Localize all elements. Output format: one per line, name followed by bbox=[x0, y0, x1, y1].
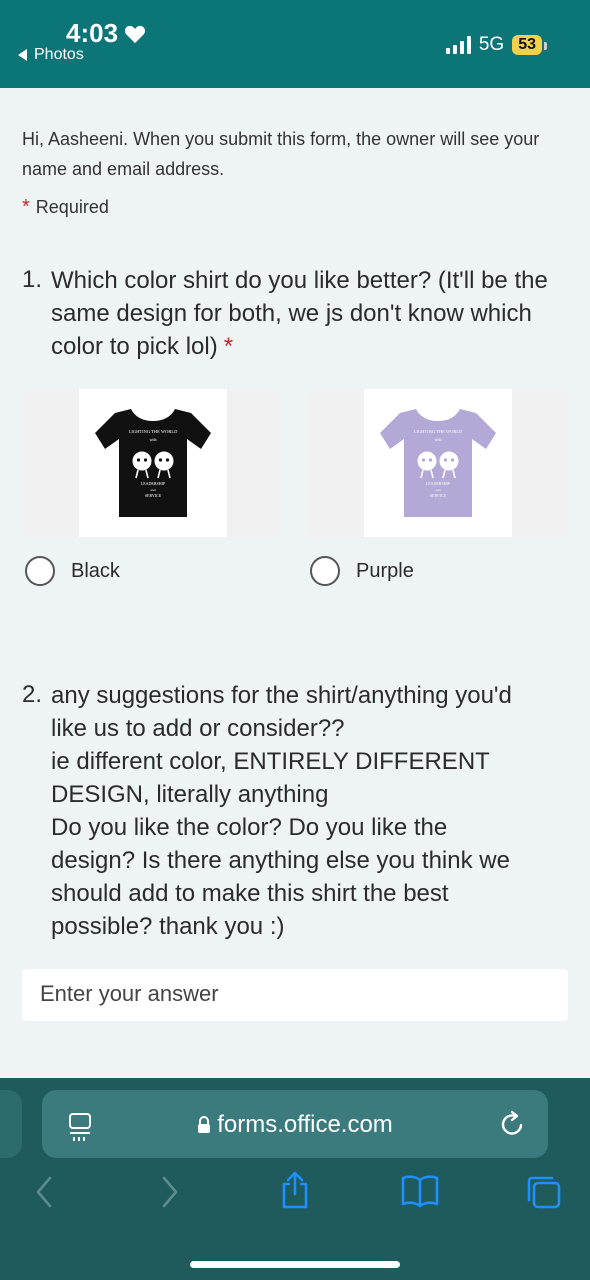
option-purple[interactable]: Purple bbox=[310, 556, 414, 586]
svg-text:LEADERSHIP: LEADERSHIP bbox=[141, 481, 166, 486]
svg-text:with: with bbox=[149, 437, 156, 442]
radio-black[interactable] bbox=[25, 556, 55, 586]
question-2-text: any suggestions for the shirt/anything y… bbox=[51, 679, 571, 943]
option-purple-label: Purple bbox=[356, 559, 414, 582]
form-intro: Hi, Aasheeni. When you submit this form,… bbox=[22, 129, 540, 179]
question-2-line: any suggestions for the shirt/anything y… bbox=[51, 682, 512, 709]
reload-icon[interactable] bbox=[500, 1110, 526, 1138]
status-time: 4:03 bbox=[66, 18, 146, 49]
required-star: * bbox=[22, 196, 30, 218]
svg-text:SERVICE: SERVICE bbox=[145, 493, 162, 498]
answer-input[interactable]: Enter your answer bbox=[22, 969, 568, 1021]
address-bar[interactable]: forms.office.com bbox=[42, 1090, 548, 1158]
status-bar: 4:03 Photos 5G 53 bbox=[0, 0, 590, 88]
back-to-photos[interactable]: Photos bbox=[18, 46, 84, 64]
tab-switcher-icon[interactable] bbox=[525, 1174, 563, 1210]
back-app-label: Photos bbox=[34, 46, 84, 63]
forward-icon[interactable] bbox=[160, 1174, 180, 1210]
question-2-line: design? Is there anything else you think… bbox=[51, 847, 510, 874]
time-text: 4:03 bbox=[66, 18, 119, 48]
status-indicators: 5G 53 bbox=[445, 34, 547, 56]
question-1-text: Which color shirt do you like better? (I… bbox=[51, 264, 571, 363]
svg-text:with: with bbox=[434, 437, 441, 442]
required-label: Required bbox=[35, 197, 109, 217]
bookmarks-icon[interactable] bbox=[400, 1174, 440, 1208]
shirt-image-purple: LIGHTING THE WORLD with LEADERSHIP and SERVI… bbox=[364, 389, 512, 537]
option-black-label: Black bbox=[71, 559, 120, 582]
radio-purple[interactable] bbox=[310, 556, 340, 586]
previous-tab-peek[interactable] bbox=[0, 1090, 22, 1158]
svg-text:LEADERSHIP: LEADERSHIP bbox=[426, 481, 451, 486]
option-black[interactable]: Black bbox=[25, 556, 120, 586]
heart-icon bbox=[125, 25, 146, 43]
browser-toolbar: forms.office.com bbox=[0, 1078, 590, 1280]
question-1-required-star: * bbox=[223, 333, 234, 360]
required-note: * Required bbox=[22, 196, 109, 219]
battery-icon: 53 bbox=[512, 35, 547, 55]
home-indicator[interactable] bbox=[190, 1261, 400, 1268]
svg-text:and: and bbox=[435, 488, 440, 492]
signal-icon bbox=[445, 36, 471, 54]
question-1-label: Which color shirt do you like better? (I… bbox=[51, 267, 548, 360]
question-2-line: possible? thank you :) bbox=[51, 913, 285, 940]
question-2-line: DESIGN, literally anything bbox=[51, 781, 329, 808]
question-2-line: like us to add or consider?? bbox=[51, 715, 345, 742]
back-icon[interactable] bbox=[34, 1174, 54, 1210]
browser-nav-toolbar bbox=[0, 1171, 590, 1214]
svg-text:LIGHTING THE WORLD: LIGHTING THE WORLD bbox=[414, 429, 464, 434]
question-2-line: ie different color, ENTIRELY DIFFERENT bbox=[51, 748, 490, 775]
svg-text:LIGHTING THE WORLD: LIGHTING THE WORLD bbox=[129, 429, 179, 434]
back-arrow-icon bbox=[18, 49, 27, 61]
svg-text:and: and bbox=[150, 488, 155, 492]
option-purple-image[interactable]: LIGHTING THE WORLD with LEADERSHIP and SERVI… bbox=[307, 389, 567, 537]
question-2-line: Do you like the color? Do you like the bbox=[51, 814, 448, 841]
tshirt-black-icon: LIGHTING THE WORLD with LEADERSHIP andSERVI… bbox=[95, 409, 211, 517]
share-icon[interactable] bbox=[280, 1170, 310, 1210]
tshirt-purple-icon: LIGHTING THE WORLD with LEADERSHIP andSERVI… bbox=[380, 409, 496, 517]
shirt-image-black: LIGHTING THE WORLD with LEADERSHIP and SERVI… bbox=[79, 389, 227, 537]
network-label: 5G bbox=[478, 34, 505, 55]
svg-text:SERVICE: SERVICE bbox=[430, 493, 447, 498]
lock-icon bbox=[198, 1116, 211, 1133]
url-text: forms.office.com bbox=[217, 1111, 393, 1138]
url-display: forms.office.com bbox=[42, 1111, 548, 1139]
question-1-number: 1. bbox=[22, 266, 43, 293]
question-2-line: should add to make this shirt the best bbox=[51, 880, 449, 907]
question-2-number: 2. bbox=[22, 681, 43, 708]
option-black-image[interactable]: LIGHTING THE WORLD with LEADERSHIP and SERVI… bbox=[22, 389, 282, 537]
